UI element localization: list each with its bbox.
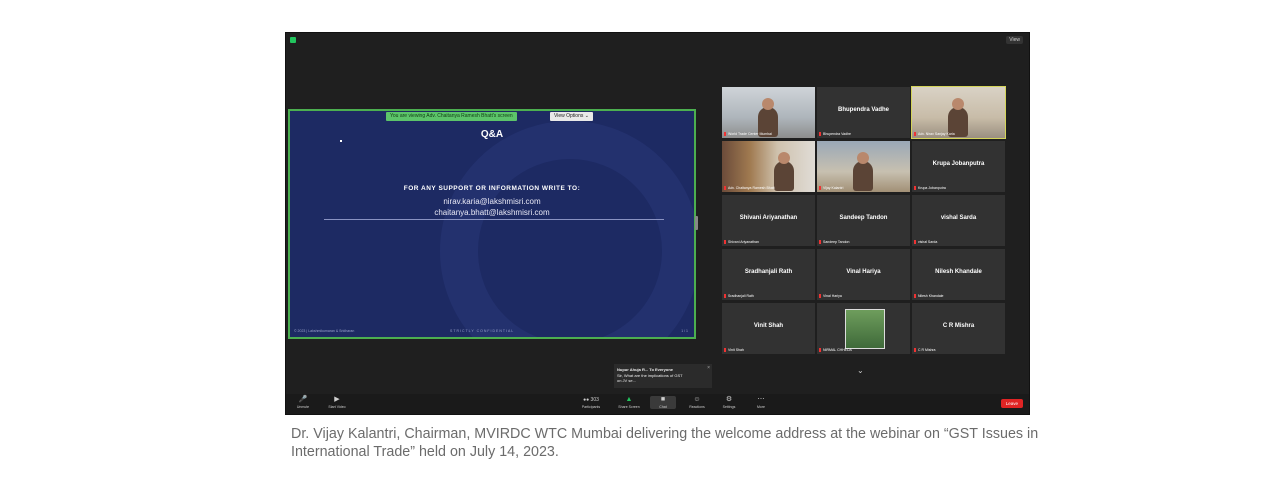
- participant-tile[interactable]: Adv. Nirav Sanjay Karia: [911, 86, 1006, 139]
- participant-tile[interactable]: Shivani Ariyanathan Shivani Ariyanathan: [722, 195, 815, 246]
- start-video-button[interactable]: ▶ Start Video: [324, 396, 350, 409]
- participant-label: Adv. Nirav Sanjay Karia: [914, 132, 955, 136]
- participant-name: Krupa Jobanputra: [932, 161, 985, 167]
- participant-label: C R Mishra: [914, 348, 936, 352]
- participant-label: Sandeep Tandon: [819, 240, 849, 244]
- participant-name: Sradhanjali Rath: [744, 269, 793, 275]
- photo-caption: Dr. Vijay Kalantri, Chairman, MVIRDC WTC…: [291, 426, 1039, 460]
- profile-photo: [845, 309, 885, 349]
- support-heading: FOR ANY SUPPORT OR INFORMATION WRITE TO:: [403, 185, 581, 192]
- participant-head: [778, 152, 790, 164]
- participant-tile[interactable]: Krupa Jobanputra Krupa Jobanputra: [912, 141, 1005, 192]
- participant-tile[interactable]: World Trade Center Mumbai: [722, 87, 815, 138]
- participant-label: Vijay Kalantri: [819, 186, 843, 190]
- participant-name: vishal Sarda: [940, 215, 977, 221]
- email-2: chaitanya.bhatt@lakshmisri.com: [434, 208, 550, 217]
- participant-tile[interactable]: vishal Sarda vishal Sarda: [912, 195, 1005, 246]
- view-options-button[interactable]: View Options ⌄: [550, 112, 593, 121]
- gear-icon: ⚙: [725, 396, 733, 403]
- participant-video: [912, 87, 1005, 138]
- reactions-button[interactable]: ☺ Reactions: [684, 396, 710, 409]
- slide-footer-center: STRICTLY CONFIDENTIAL: [450, 329, 515, 333]
- participant-label: Bhupendra Vadhe: [819, 132, 851, 136]
- settings-button[interactable]: ⚙ Settings: [716, 396, 742, 409]
- participant-label: Shivani Ariyanathan: [724, 240, 759, 244]
- sharing-banner: You are viewing Adv. Chaitanya Ramesh Bh…: [386, 112, 517, 121]
- slide-divider: [324, 219, 664, 220]
- mouse-cursor-icon: [340, 140, 342, 142]
- shared-screen: You are viewing Adv. Chaitanya Ramesh Bh…: [288, 109, 696, 339]
- participant-head: [857, 152, 869, 164]
- video-camera-icon: ▶: [334, 396, 340, 403]
- security-shield-icon[interactable]: [290, 37, 296, 43]
- participant-label: Vinal Hariya: [819, 294, 842, 298]
- meeting-toolbar: 🎤 Unmute ▶ Start Video ●● 303 Participan…: [286, 394, 1029, 414]
- participant-label: Nilesh Khandale: [914, 294, 944, 298]
- participant-label: NIRMAL CHHEDA: [819, 348, 852, 352]
- participant-tile[interactable]: NIRMAL CHHEDA: [817, 303, 910, 354]
- participant-label: World Trade Center Mumbai: [724, 132, 772, 136]
- participant-head: [762, 98, 774, 110]
- participant-silhouette: [853, 152, 873, 191]
- chat-message: Sir, What are the implications of GST on…: [617, 373, 683, 383]
- participant-tile[interactable]: Vijay Kalantri: [817, 141, 910, 192]
- more-dots-icon: ⋯: [757, 396, 765, 403]
- participant-name: Vinit Shah: [753, 323, 784, 329]
- top-bar: View: [286, 33, 1029, 47]
- share-screen-icon: ▲: [625, 396, 633, 403]
- participants-button[interactable]: ●● 303 Participants: [578, 396, 604, 409]
- slide-background-swirl: [440, 121, 694, 337]
- participants-count: 303: [590, 397, 599, 403]
- participant-name: Sandeep Tandon: [839, 215, 888, 221]
- participant-tile[interactable]: Vinit Shah Vinit Shah: [722, 303, 815, 354]
- participant-name: Shivani Ariyanathan: [739, 215, 798, 221]
- participant-label: Sradhanjali Rath: [724, 294, 754, 298]
- participant-video: [722, 141, 815, 192]
- participant-label: Vinit Shah: [724, 348, 744, 352]
- slide-footer-left: © 2023 | Lakshmikumaran & Sridharan: [294, 329, 355, 333]
- participant-tile[interactable]: Nilesh Khandale Nilesh Khandale: [912, 249, 1005, 300]
- participant-head: [952, 98, 964, 110]
- participant-name: Vinal Hariya: [846, 269, 881, 275]
- reactions-icon: ☺: [693, 396, 701, 403]
- participants-icon: ●● 303: [583, 397, 599, 403]
- participant-tile[interactable]: Adv. Chaitanya Ramesh Bhatt: [722, 141, 815, 192]
- participant-tile[interactable]: Sandeep Tandon Sandeep Tandon: [817, 195, 910, 246]
- chevron-down-icon[interactable]: ⌄: [857, 366, 864, 375]
- participant-video: [722, 87, 815, 138]
- participant-tile[interactable]: Sradhanjali Rath Sradhanjali Rath: [722, 249, 815, 300]
- slide-title: Q&A: [480, 129, 504, 140]
- chat-notification[interactable]: Nupur Ahuja R... To Everyone Sir, What a…: [614, 364, 712, 388]
- zoom-window: View You are viewing Adv. Chaitanya Rame…: [285, 32, 1030, 415]
- microphone-muted-icon: 🎤: [298, 396, 308, 403]
- participant-label: vishal Sarda: [914, 240, 937, 244]
- email-1: nirav.karia@lakshmisri.com: [443, 197, 541, 206]
- view-button[interactable]: View: [1006, 36, 1023, 44]
- participant-name: Nilesh Khandale: [935, 269, 982, 275]
- participant-tile[interactable]: Vinal Hariya Vinal Hariya: [817, 249, 910, 300]
- participant-tile[interactable]: C R Mishra C R Mishra: [912, 303, 1005, 354]
- participant-video: [817, 141, 910, 192]
- leave-button[interactable]: Leave: [1000, 399, 1023, 408]
- share-screen-button[interactable]: ▲ Share Screen: [616, 396, 642, 409]
- chat-button[interactable]: ■ Chat: [650, 396, 676, 409]
- participant-label: Krupa Jobanputra: [914, 186, 946, 190]
- split-view-handle[interactable]: [695, 216, 698, 230]
- participant-name: Bhupendra Vadhe: [837, 107, 889, 113]
- participant-name: C R Mishra: [942, 323, 975, 329]
- slide-footer-right: 1 / 1: [681, 329, 688, 333]
- participant-tile[interactable]: Bhupendra Vadhe Bhupendra Vadhe: [817, 87, 910, 138]
- chat-bubble-icon: ■: [660, 396, 666, 403]
- participant-silhouette: [774, 152, 794, 191]
- unmute-button[interactable]: 🎤 Unmute: [290, 396, 316, 409]
- close-icon[interactable]: ×: [707, 365, 710, 371]
- more-button[interactable]: ⋯ More: [748, 396, 774, 409]
- participant-label: Adv. Chaitanya Ramesh Bhatt: [724, 186, 775, 190]
- chat-sender: Nupur Ahuja R... To Everyone: [617, 367, 674, 372]
